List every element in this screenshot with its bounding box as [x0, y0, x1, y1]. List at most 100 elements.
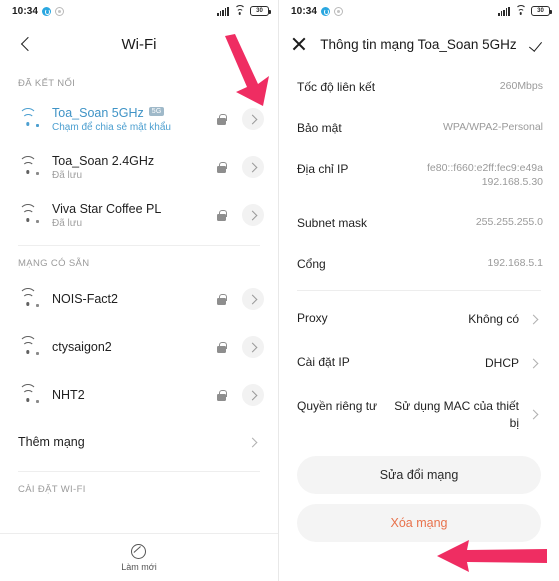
network-ssid: ctysaigon2 [52, 340, 112, 354]
wifi-signal-icon [18, 383, 39, 403]
chevron-right-icon [525, 310, 543, 328]
lock-icon [217, 341, 227, 353]
lock-icon [217, 161, 227, 173]
wifi-signal-icon [18, 155, 39, 175]
status-time: 10:34 [291, 5, 318, 17]
info-key: Tốc độ liên kết [297, 80, 376, 94]
back-button[interactable] [6, 24, 46, 64]
network-subtitle: Đã lưu [52, 169, 83, 181]
list-item-text: Toa_Soan 5GHz 5G Chạm để chia sẻ mật khẩ… [52, 106, 217, 133]
network-settings-list: Proxy Không có Cài đặt IP DHCP Quyền riê… [279, 297, 559, 443]
info-key: Subnet mask [297, 216, 368, 231]
clock-icon [42, 6, 52, 16]
refresh-icon [131, 543, 147, 559]
refresh-button[interactable]: Làm mới [121, 543, 157, 572]
wifi-icon [515, 4, 526, 16]
arrow-to-forget-network [437, 540, 547, 572]
setting-key: Cài đặt IP [297, 355, 350, 370]
info-value: 260Mbps [499, 80, 543, 92]
network-name: ctysaigon2 [52, 340, 217, 354]
lock-icon [217, 389, 227, 401]
network-detail-button[interactable] [242, 156, 264, 178]
network-ssid: Toa_Soan 5GHz [52, 105, 144, 120]
info-row: Địa chỉ IP fe80::f660:e2ff:fec9:e49a 192… [279, 148, 559, 202]
refresh-label: Làm mới [121, 561, 157, 572]
chevron-right-icon [244, 433, 262, 451]
wifi-signal-icon [18, 287, 39, 307]
chevron-right-icon [525, 406, 543, 424]
signal-icon [498, 6, 510, 16]
add-network-row[interactable]: Thêm mạng [0, 419, 278, 465]
network-detail-button[interactable] [242, 384, 264, 406]
network-detail-button[interactable] [242, 288, 264, 310]
network-name: Toa_Soan 2.4GHz [52, 154, 217, 168]
network-ssid: Toa_Soan 2.4GHz [52, 153, 155, 168]
wifi-icon [234, 4, 245, 16]
wifi-signal-icon [18, 335, 39, 355]
ipv4-address: 192.168.5.30 [481, 176, 543, 189]
setting-row-proxy[interactable]: Proxy Không có [279, 297, 559, 341]
info-row: Subnet mask 255.255.255.0 [279, 202, 559, 243]
setting-key: Quyền riêng tư [297, 399, 378, 414]
available-network-list: NOIS-Fact2 ctysaigon2 NHT2 [0, 275, 278, 419]
setting-value-wrap: Không có [468, 310, 543, 328]
list-item[interactable]: Toa_Soan 5GHz 5G Chạm để chia sẻ mật khẩ… [0, 95, 278, 143]
wifi-signal-icon [18, 203, 39, 223]
close-icon[interactable] [291, 36, 307, 52]
list-item[interactable]: NHT2 [0, 371, 278, 419]
setting-row-privacy[interactable]: Quyền riêng tư Sử dụng MAC của thiết bị [279, 385, 559, 443]
info-value: 255.255.255.0 [475, 216, 543, 229]
dnd-icon [55, 6, 65, 16]
lock-icon [217, 293, 227, 305]
connected-network-list: Toa_Soan 5GHz 5G Chạm để chia sẻ mật khẩ… [0, 95, 278, 239]
battery-icon: 30 [531, 6, 552, 16]
status-bar-left-cluster: 10:34 [291, 5, 344, 17]
info-key: Cổng [297, 257, 326, 272]
clock-icon [321, 6, 331, 16]
list-item[interactable]: Toa_Soan 2.4GHz Đã lưu [0, 143, 278, 191]
network-name: NHT2 [52, 388, 217, 402]
list-item[interactable]: Viva Star Coffee PL Đã lưu [0, 191, 278, 239]
setting-value-wrap: DHCP [485, 354, 543, 372]
divider [297, 290, 541, 292]
lock-icon [217, 113, 227, 125]
info-row: Bảo mật WPA/WPA2-Personal [279, 107, 559, 148]
list-item-text: Viva Star Coffee PL Đã lưu [52, 202, 217, 229]
info-value-multiline: fe80::f660:e2ff:fec9:e49a 192.168.5.30 [427, 161, 543, 189]
section-available-label: MẠNG CÓ SẴN [18, 258, 90, 269]
network-name: Viva Star Coffee PL [52, 202, 217, 216]
signal-icon [217, 6, 229, 16]
info-key: Địa chỉ IP [297, 162, 349, 176]
list-item-text: Toa_Soan 2.4GHz Đã lưu [52, 154, 217, 181]
section-settings-label: CÀI ĐẶT WI-FI [18, 484, 86, 495]
bottom-bar: Làm mới [0, 533, 278, 581]
list-item[interactable]: NOIS-Fact2 [0, 275, 278, 323]
list-item-text: ctysaigon2 [52, 340, 217, 354]
list-item[interactable]: ctysaigon2 [0, 323, 278, 371]
network-detail-button[interactable] [242, 204, 264, 226]
battery-icon: 30 [250, 6, 271, 16]
setting-value: Không có [468, 312, 519, 327]
wifi-list-screen: 10:34 30 Wi-Fi ĐÃ KẾT NỐI Toa_Soan 5GHz [0, 0, 279, 581]
modify-network-button[interactable]: Sửa đổi mạng [297, 455, 541, 494]
network-detail-button[interactable] [242, 336, 264, 358]
network-ssid: NOIS-Fact2 [52, 292, 118, 306]
network-detail-button[interactable] [242, 108, 264, 130]
battery-level: 30 [256, 8, 263, 14]
list-item-text: NOIS-Fact2 [52, 292, 217, 306]
status-time: 10:34 [12, 5, 39, 17]
info-row: Tốc độ liên kết 260Mbps [279, 66, 559, 107]
network-ssid: NHT2 [52, 388, 85, 402]
chevron-right-icon [525, 354, 543, 372]
forget-network-button[interactable]: Xóa mạng [297, 503, 541, 542]
check-icon[interactable] [530, 36, 547, 53]
setting-value-wrap: Sử dụng MAC của thiết bị [387, 398, 543, 430]
ipv6-address: fe80::f660:e2ff:fec9:e49a [427, 162, 543, 174]
setting-key: Proxy [297, 311, 328, 326]
dnd-icon [334, 6, 344, 16]
setting-row-ip[interactable]: Cài đặt IP DHCP [279, 341, 559, 385]
list-item-text: NHT2 [52, 388, 217, 402]
lock-icon [217, 209, 227, 221]
wifi-header: Wi-Fi [0, 22, 278, 66]
